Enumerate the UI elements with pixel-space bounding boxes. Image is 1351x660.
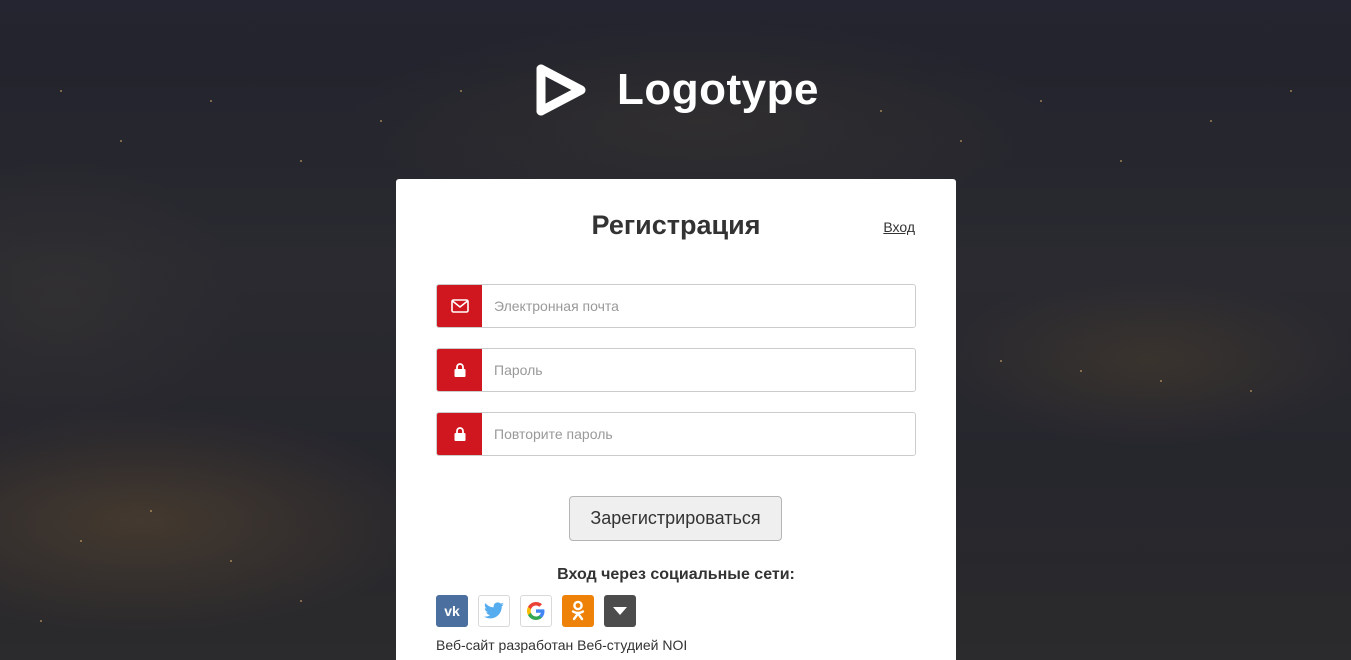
vk-icon[interactable]: vk — [436, 595, 468, 627]
password-input[interactable] — [482, 349, 915, 391]
svg-text:vk: vk — [444, 604, 460, 618]
social-login-title: Вход через социальные сети: — [557, 566, 795, 583]
email-input[interactable] — [482, 285, 915, 327]
password-repeat-input[interactable] — [482, 413, 915, 455]
social-login-row: vk — [436, 595, 636, 627]
envelope-icon — [437, 285, 482, 327]
more-dropdown-icon[interactable] — [604, 595, 636, 627]
logo-text: Logotype — [617, 65, 819, 114]
developer-credit: Веб-сайт разработан Веб-студией NOI — [436, 637, 688, 653]
email-field — [436, 284, 916, 328]
lock-icon — [437, 413, 482, 455]
register-button[interactable]: Зарегистрироваться — [569, 496, 782, 541]
play-triangle-icon — [536, 64, 586, 116]
lock-icon — [437, 349, 482, 391]
registration-card: Регистрация Вход Зарегистрировать — [396, 179, 956, 660]
page-title: Регистрация — [591, 210, 761, 240]
google-icon[interactable] — [520, 595, 552, 627]
twitter-icon[interactable] — [478, 595, 510, 627]
odnoklassniki-icon[interactable] — [562, 595, 594, 627]
password-field — [436, 348, 916, 392]
logo[interactable]: Logotype — [535, 62, 819, 118]
login-link[interactable]: Вход — [883, 219, 915, 235]
password-repeat-field — [436, 412, 916, 456]
